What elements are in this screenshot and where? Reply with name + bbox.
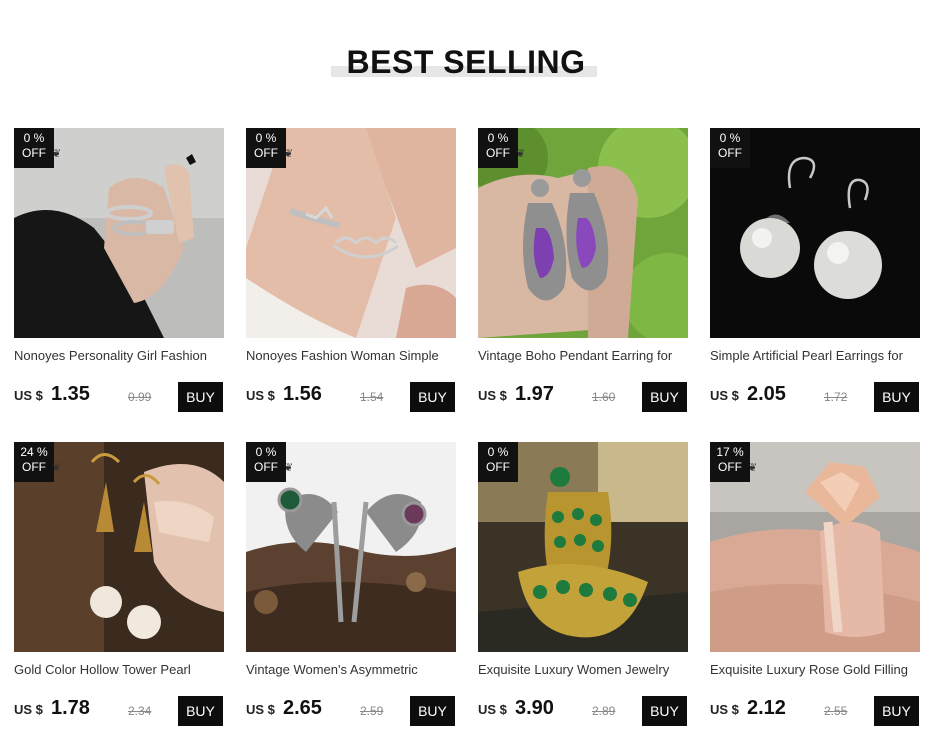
discount-off-label: OFF (718, 146, 742, 160)
price-row: US $ 1.78 2.34 BUY (14, 696, 224, 726)
product-image[interactable]: 0 % OFF ❦ (14, 128, 224, 338)
discount-badge: 17 % OFF (710, 442, 750, 482)
product-name[interactable]: Vintage Women's Asymmetric (246, 661, 456, 679)
currency-label: US $ (710, 388, 739, 403)
badge-curl-icon: ❦ (748, 462, 758, 474)
discount-badge: 0 % OFF (478, 128, 518, 168)
product-grid: 0 % OFF ❦ Nonoyes Personality Girl Fashi… (14, 128, 920, 728)
product-card[interactable]: 0 % OFF ❦ Vintage Boho Pendant Earring f… (478, 128, 688, 414)
product-image[interactable]: 0 % OFF ❦ (478, 128, 688, 338)
discount-off-label: OFF (486, 146, 510, 160)
discount-badge: 0 % OFF (246, 442, 286, 482)
currency-label: US $ (478, 702, 507, 717)
price-row: US $ 1.35 0.99 BUY (14, 382, 224, 412)
original-price: 1.72 (824, 390, 848, 404)
badge-curl-icon: ❦ (284, 148, 294, 160)
price-row: US $ 2.12 2.55 BUY (710, 696, 920, 726)
original-price: 2.59 (360, 704, 384, 718)
discount-badge: 0 % OFF (246, 128, 286, 168)
currency-label: US $ (710, 702, 739, 717)
product-card[interactable]: 0 % OFF Simple Artificial Pearl Earrings… (710, 128, 920, 414)
price-row: US $ 2.05 1.72 BUY (710, 382, 920, 412)
price-row: US $ 2.65 2.59 BUY (246, 696, 456, 726)
product-image[interactable]: 17 % OFF ❦ (710, 442, 920, 652)
product-name[interactable]: Exquisite Luxury Women Jewelry (478, 661, 688, 679)
price-row: US $ 1.56 1.54 BUY (246, 382, 456, 412)
badge-curl-icon: ❦ (52, 148, 62, 160)
discount-percent: 0 % (487, 131, 509, 145)
price-row: US $ 3.90 2.89 BUY (478, 696, 688, 726)
discount-percent: 24 % (20, 445, 48, 459)
original-price: 1.54 (360, 390, 384, 404)
currency-label: US $ (246, 388, 275, 403)
discount-percent: 0 % (487, 445, 509, 459)
buy-button[interactable]: BUY (642, 696, 687, 726)
discount-off-label: OFF (718, 460, 742, 474)
current-price: 1.78 (51, 697, 90, 719)
section-title: BEST SELLING (346, 44, 586, 80)
currency-label: US $ (246, 702, 275, 717)
buy-button[interactable]: BUY (642, 382, 687, 412)
product-card[interactable]: 0 % OFF ❦ Vintage Women's Asymmetric US … (246, 442, 456, 728)
discount-percent: 0 % (255, 445, 277, 459)
discount-off-label: OFF (22, 460, 46, 474)
discount-percent: 0 % (255, 131, 277, 145)
current-price: 3.90 (515, 697, 554, 719)
discount-badge: 0 % OFF (478, 442, 518, 482)
currency-label: US $ (14, 702, 43, 717)
buy-button[interactable]: BUY (874, 696, 919, 726)
product-name[interactable]: Simple Artificial Pearl Earrings for (710, 347, 920, 365)
current-price: 2.05 (747, 383, 786, 405)
product-image[interactable]: 0 % OFF (478, 442, 688, 652)
discount-off-label: OFF (486, 460, 510, 474)
original-price: 1.60 (592, 390, 616, 404)
product-card[interactable]: 17 % OFF ❦ Exquisite Luxury Rose Gold Fi… (710, 442, 920, 728)
original-price: 2.55 (824, 704, 848, 718)
discount-off-label: OFF (22, 146, 46, 160)
discount-percent: 17 % (716, 445, 744, 459)
product-card[interactable]: 0 % OFF ❦ Nonoyes Personality Girl Fashi… (14, 128, 224, 414)
current-price: 1.35 (51, 383, 90, 405)
original-price: 0.99 (128, 390, 152, 404)
product-name[interactable]: Nonoyes Fashion Woman Simple (246, 347, 456, 365)
badge-curl-icon: ❦ (52, 462, 62, 474)
current-price: 1.56 (283, 383, 322, 405)
product-name[interactable]: Nonoyes Personality Girl Fashion (14, 347, 224, 365)
product-name[interactable]: Exquisite Luxury Rose Gold Filling (710, 661, 920, 679)
discount-badge: 0 % OFF (710, 128, 750, 168)
discount-percent: 0 % (719, 131, 741, 145)
product-card[interactable]: 24 % OFF ❦ Gold Color Hollow Tower Pearl… (14, 442, 224, 728)
product-image[interactable]: 24 % OFF ❦ (14, 442, 224, 652)
discount-badge: 0 % OFF (14, 128, 54, 168)
discount-badge: 24 % OFF (14, 442, 54, 482)
original-price: 2.89 (592, 704, 616, 718)
current-price: 2.65 (283, 697, 322, 719)
product-image[interactable]: 0 % OFF ❦ (246, 128, 456, 338)
buy-button[interactable]: BUY (410, 696, 455, 726)
price-row: US $ 1.97 1.60 BUY (478, 382, 688, 412)
product-card[interactable]: 0 % OFF ❦ Nonoyes Fashion Woman Simple U… (246, 128, 456, 414)
buy-button[interactable]: BUY (178, 696, 223, 726)
product-image[interactable]: 0 % OFF (710, 128, 920, 338)
buy-button[interactable]: BUY (178, 382, 223, 412)
badge-curl-icon: ❦ (516, 148, 526, 160)
product-card[interactable]: 0 % OFF Exquisite Luxury Women Jewelry U… (478, 442, 688, 728)
buy-button[interactable]: BUY (410, 382, 455, 412)
discount-off-label: OFF (254, 146, 278, 160)
discount-percent: 0 % (23, 131, 45, 145)
currency-label: US $ (14, 388, 43, 403)
product-image[interactable]: 0 % OFF ❦ (246, 442, 456, 652)
original-price: 2.34 (128, 704, 152, 718)
product-name[interactable]: Vintage Boho Pendant Earring for (478, 347, 688, 365)
section-header: BEST SELLING (0, 40, 932, 86)
product-name[interactable]: Gold Color Hollow Tower Pearl (14, 661, 224, 679)
badge-curl-icon: ❦ (284, 462, 294, 474)
current-price: 1.97 (515, 383, 554, 405)
buy-button[interactable]: BUY (874, 382, 919, 412)
currency-label: US $ (478, 388, 507, 403)
discount-off-label: OFF (254, 460, 278, 474)
current-price: 2.12 (747, 697, 786, 719)
